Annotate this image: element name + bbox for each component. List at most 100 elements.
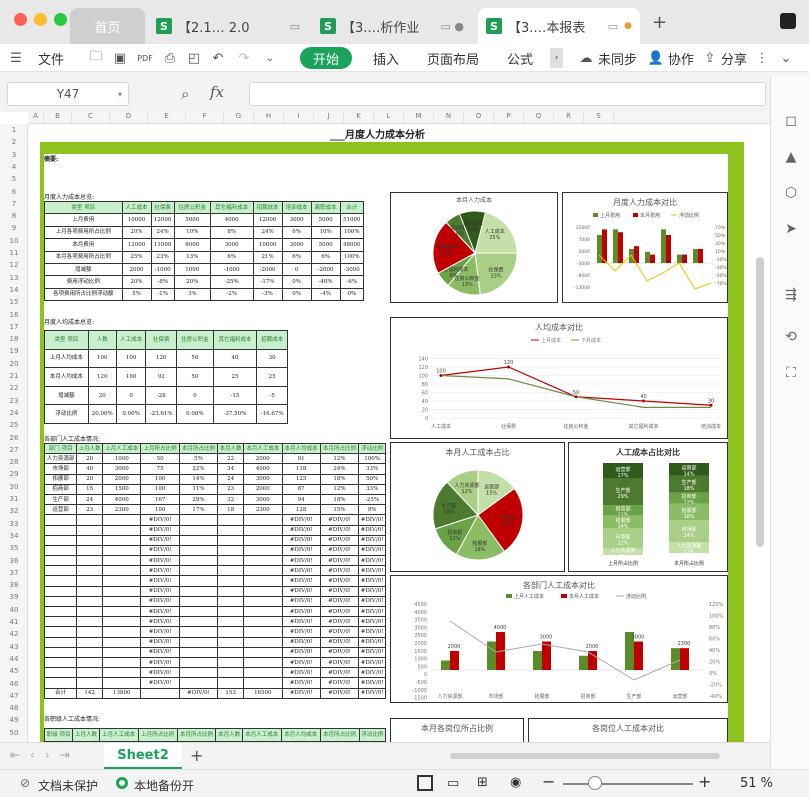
table-cell[interactable]: 5000 <box>310 213 341 227</box>
eye-protection-icon[interactable]: ◉ <box>510 775 521 790</box>
row-header[interactable]: 27 <box>0 446 28 454</box>
table-cell[interactable] <box>178 656 219 669</box>
table-cell[interactable] <box>43 595 78 608</box>
table-cell[interactable] <box>102 585 142 597</box>
table-cell[interactable]: 24 <box>76 493 104 506</box>
table-cell[interactable]: #DIV/0! <box>319 565 360 577</box>
table-cell[interactable]: #DIV/0! <box>140 565 180 577</box>
table-cell[interactable]: #DIV/0! <box>319 544 360 557</box>
menu-start[interactable]: 开始 <box>300 47 352 69</box>
table-cell[interactable]: #DIV/0! <box>140 646 180 658</box>
table-cell[interactable]: 13800 <box>102 687 142 699</box>
table-cell[interactable]: #DIV/0! <box>140 636 180 648</box>
table-cell[interactable] <box>178 646 219 658</box>
table-cell[interactable] <box>76 616 104 628</box>
table-cell[interactable]: 费用浮动比例 <box>44 275 123 289</box>
row-header[interactable]: 16 <box>0 311 28 319</box>
table-cell[interactable] <box>76 667 104 679</box>
row-header[interactable]: 28 <box>0 458 28 466</box>
table-cell[interactable]: #DIV/0! <box>319 616 360 628</box>
column-header[interactable]: M <box>404 112 434 123</box>
table-cell[interactable]: #DIV/0! <box>281 616 321 628</box>
table-cell[interactable]: #DIV/0! <box>358 534 386 546</box>
table-cell[interactable]: -2% <box>209 287 254 302</box>
table-cell[interactable]: 12% <box>319 483 360 495</box>
table-cell[interactable]: 10000 <box>121 213 152 227</box>
table-cell[interactable] <box>178 544 219 557</box>
zoom-search-icon[interactable]: ⌕ <box>181 85 189 103</box>
table-cell[interactable]: 5000 <box>173 213 211 227</box>
table-cell[interactable]: -3% <box>252 287 283 302</box>
table-cell[interactable] <box>43 616 78 628</box>
table-cell[interactable]: #DIV/0! <box>281 565 321 577</box>
table-cell[interactable]: #DIV/0! <box>319 667 360 679</box>
table-cell[interactable]: 6000 <box>173 238 211 252</box>
row-header[interactable]: 13 <box>0 274 28 282</box>
column-header[interactable]: J <box>314 112 344 123</box>
row-header[interactable]: 39 <box>0 593 28 601</box>
table-cell[interactable]: 125 <box>281 473 321 485</box>
table-cell[interactable]: 94 <box>281 493 321 506</box>
table-cell[interactable]: 合计 <box>43 687 78 699</box>
zoom-slider-thumb[interactable] <box>588 776 602 790</box>
table-cell[interactable]: -2000 <box>310 262 341 277</box>
table-cell[interactable] <box>243 626 283 638</box>
table-cell[interactable] <box>102 616 142 628</box>
table-cell[interactable]: #DIV/0! <box>140 544 180 557</box>
table-cell[interactable]: -23.61% <box>145 404 178 424</box>
collapse-ribbon-icon[interactable]: ⌄ <box>778 50 794 66</box>
row-header[interactable]: 6 <box>0 188 28 196</box>
styles-icon[interactable]: ▲ <box>782 148 800 166</box>
combo-chart-monthly-compare[interactable]: 月度人力成本对比 上月费用 本月费用 浮动比例 12000 7000 2000 -3000 -… <box>562 192 728 303</box>
column-header[interactable]: B <box>44 112 72 123</box>
table-cell[interactable] <box>178 636 219 648</box>
table-cell[interactable]: #DIV/0! <box>319 595 360 608</box>
row-header[interactable]: 24 <box>0 409 28 417</box>
table-cell[interactable] <box>76 544 104 557</box>
table-cell[interactable]: 100 <box>140 473 180 485</box>
table-cell[interactable]: -25% <box>209 275 254 289</box>
table-cell[interactable] <box>243 605 283 618</box>
table-cell[interactable] <box>43 555 78 567</box>
more-chevron-icon[interactable]: ⌄ <box>262 50 278 66</box>
table-cell[interactable]: #DIV/0! <box>358 514 386 526</box>
table-header-cell[interactable]: 其它福利成本 <box>209 200 254 215</box>
table-cell[interactable]: #DIV/0! <box>358 544 386 557</box>
combo-chart-dept-compare[interactable]: 各部门人工成本对比 4500 4000 3500 3000 2500 2000 1500 10… <box>390 575 728 703</box>
table-cell[interactable]: #DIV/0! <box>281 687 321 699</box>
normal-view-icon[interactable] <box>417 775 433 791</box>
table-cell[interactable]: -3000 <box>339 262 365 277</box>
table-cell[interactable]: #DIV/0! <box>140 575 180 587</box>
table-cell[interactable] <box>178 585 219 597</box>
table-header-cell[interactable]: 人工成本 <box>121 200 152 215</box>
table-cell[interactable]: 12000 <box>150 213 175 227</box>
table-cell[interactable]: 10% <box>310 225 341 240</box>
table-cell[interactable]: 100 <box>87 348 117 369</box>
row-header[interactable]: 38 <box>0 581 28 589</box>
table-cell[interactable] <box>76 605 104 618</box>
sheet-nav-arrows-icon[interactable]: ⇤‹›⇥ <box>10 748 80 762</box>
table-cell[interactable]: 4000 <box>209 213 254 227</box>
column-header[interactable]: P <box>494 112 524 123</box>
image-icon[interactable]: ⛶ <box>782 364 800 382</box>
column-header[interactable]: R <box>554 112 584 123</box>
row-header[interactable]: 1 <box>0 126 28 134</box>
row-header[interactable]: 23 <box>0 397 28 405</box>
table-cell[interactable]: 3000 <box>281 238 312 252</box>
save-icon[interactable]: ▣ <box>112 50 128 66</box>
table-cell[interactable]: 增减额 <box>44 262 123 277</box>
collaborate-icon[interactable]: 👤 <box>648 50 664 66</box>
table-cell[interactable] <box>217 555 245 567</box>
table-cell[interactable]: 5000 <box>310 238 341 252</box>
table-cell[interactable]: 运营部 <box>43 504 78 516</box>
table-cell[interactable] <box>217 565 245 577</box>
column-header[interactable]: C <box>72 112 110 123</box>
row-header[interactable]: 40 <box>0 606 28 614</box>
table-cell[interactable]: 20 <box>76 453 104 465</box>
table-header-cell[interactable]: 上月人数 <box>76 442 104 455</box>
table-cell[interactable]: 3000 <box>102 463 142 475</box>
table-cell[interactable] <box>102 534 142 546</box>
row-header[interactable]: 9 <box>0 224 28 232</box>
table-cell[interactable]: 14% <box>178 473 219 485</box>
table-cell[interactable] <box>178 565 219 577</box>
